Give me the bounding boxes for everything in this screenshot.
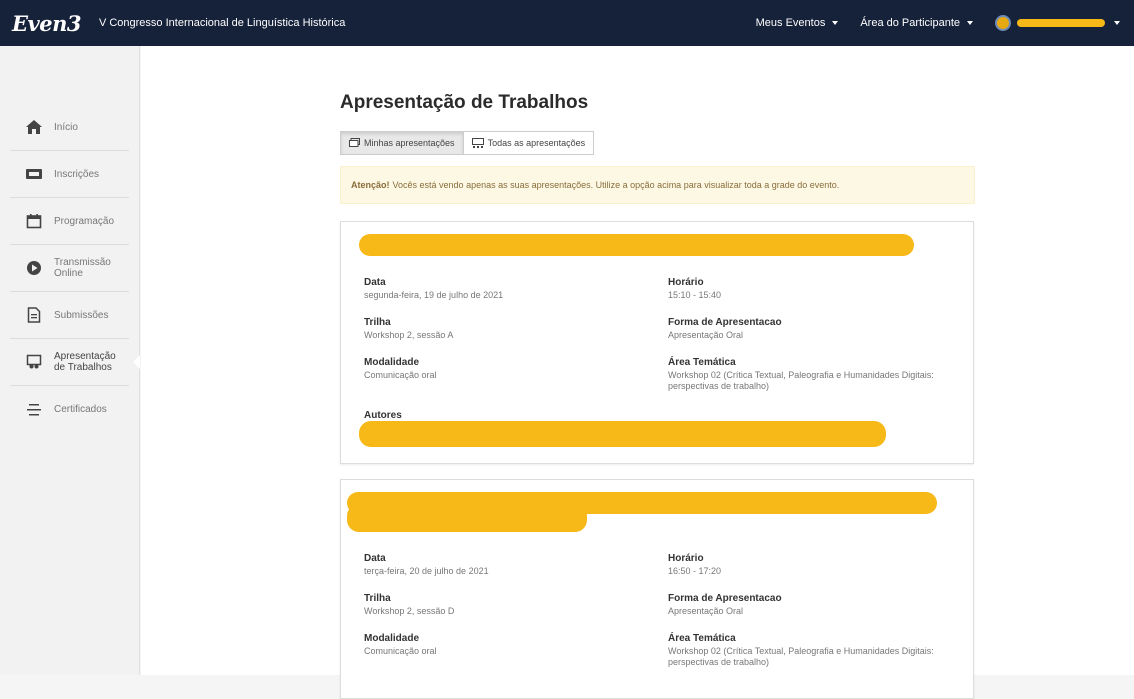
field-modalidade: Modalidade Comunicação oral xyxy=(364,357,437,380)
participant-area-dropdown[interactable]: Área do Participante xyxy=(860,17,973,29)
presentation-card: Data terça-feira, 20 de julho de 2021 Ho… xyxy=(340,479,974,699)
event-title[interactable]: V Congresso Internacional de Linguística… xyxy=(99,17,345,29)
certificate-icon xyxy=(25,401,43,419)
main-content: Apresentação de Trabalhos Minhas apresen… xyxy=(141,46,1134,699)
sidebar-item-label: Transmissão Online xyxy=(54,257,111,279)
sidebar-item-inicio[interactable]: Início xyxy=(10,104,129,151)
redacted-authors xyxy=(359,421,886,447)
redacted-username xyxy=(1017,19,1105,27)
field-data: Data terça-feira, 20 de julho de 2021 xyxy=(364,553,489,576)
document-icon xyxy=(25,306,43,324)
field-horario: Horário 16:50 - 17:20 xyxy=(668,553,722,576)
sidebar-item-apresentacao[interactable]: Apresentação de Trabalhos xyxy=(10,339,140,386)
top-navbar: Even3 V Congresso Internacional de Lingu… xyxy=(0,0,1134,46)
sidebar-item-label: Apresentação de Trabalhos xyxy=(54,351,116,373)
redacted-title xyxy=(359,234,914,256)
field-data: Data segunda-feira, 19 de julho de 2021 xyxy=(364,277,504,300)
caret-down-icon xyxy=(832,21,839,25)
calendar-icon xyxy=(25,212,43,230)
field-trilha: Trilha Workshop 2, sessão D xyxy=(364,593,455,616)
play-icon xyxy=(25,259,43,277)
field-horario: Horário 15:10 - 15:40 xyxy=(668,277,722,300)
sidebar-item-label: Submissões xyxy=(54,309,109,321)
home-icon xyxy=(25,118,43,136)
caret-down-icon xyxy=(967,21,973,25)
field-area: Área Temática Workshop 02 (Crítica Textu… xyxy=(668,357,934,391)
all-presentations-icon xyxy=(471,138,484,148)
sidebar-item-programacao[interactable]: Programação xyxy=(10,198,129,245)
my-presentations-icon xyxy=(349,138,360,147)
avatar xyxy=(995,15,1011,31)
field-modalidade: Modalidade Comunicação oral xyxy=(364,633,437,656)
sidebar: Início Inscrições Programação Transmissã… xyxy=(0,46,140,675)
presentation-card: Data segunda-feira, 19 de julho de 2021 … xyxy=(340,221,974,464)
page-title: Apresentação de Trabalhos xyxy=(340,92,589,113)
tab-all-presentations[interactable]: Todas as apresentações xyxy=(463,131,595,155)
sidebar-item-label: Programação xyxy=(54,215,115,227)
participant-area-label: Área do Participante xyxy=(860,17,960,29)
even3-logo[interactable]: Even3 xyxy=(12,11,81,36)
top-right-menus: Meus Eventos Área do Participante xyxy=(756,0,1120,46)
presentation-icon xyxy=(25,353,43,371)
presentation-tabs: Minhas apresentações Todas as apresentaç… xyxy=(340,131,595,155)
field-trilha: Trilha Workshop 2, sessão A xyxy=(364,317,454,340)
field-forma: Forma de Apresentacao Apresentação Oral xyxy=(668,317,782,340)
sidebar-item-inscricoes[interactable]: Inscrições xyxy=(10,151,129,198)
sidebar-item-certificados[interactable]: Certificados xyxy=(10,386,129,433)
my-events-label: Meus Eventos xyxy=(755,17,826,29)
tab-label: Minhas apresentações xyxy=(364,138,455,148)
ticket-icon xyxy=(25,165,43,183)
caret-down-icon xyxy=(1114,21,1120,25)
sidebar-item-transmissao[interactable]: Transmissão Online xyxy=(10,245,129,292)
sidebar-item-label: Início xyxy=(54,121,78,133)
sidebar-item-label: Inscrições xyxy=(54,168,100,180)
user-menu[interactable] xyxy=(995,15,1120,31)
tab-my-presentations[interactable]: Minhas apresentações xyxy=(340,131,464,155)
alert-text: Vocês está vendo apenas as suas apresent… xyxy=(392,180,840,190)
sidebar-item-label: Certificados xyxy=(54,404,107,415)
redacted-title-line2 xyxy=(347,504,587,532)
attention-alert: Atenção! Vocês está vendo apenas as suas… xyxy=(340,166,975,204)
field-forma: Forma de Apresentacao Apresentação Oral xyxy=(668,593,782,616)
tab-label: Todas as apresentações xyxy=(487,138,586,148)
alert-strong: Atenção! xyxy=(351,180,390,190)
field-area: Área Temática Workshop 02 (Crítica Textu… xyxy=(668,633,934,667)
sidebar-item-submissoes[interactable]: Submissões xyxy=(10,292,129,339)
my-events-dropdown[interactable]: Meus Eventos xyxy=(756,17,839,29)
